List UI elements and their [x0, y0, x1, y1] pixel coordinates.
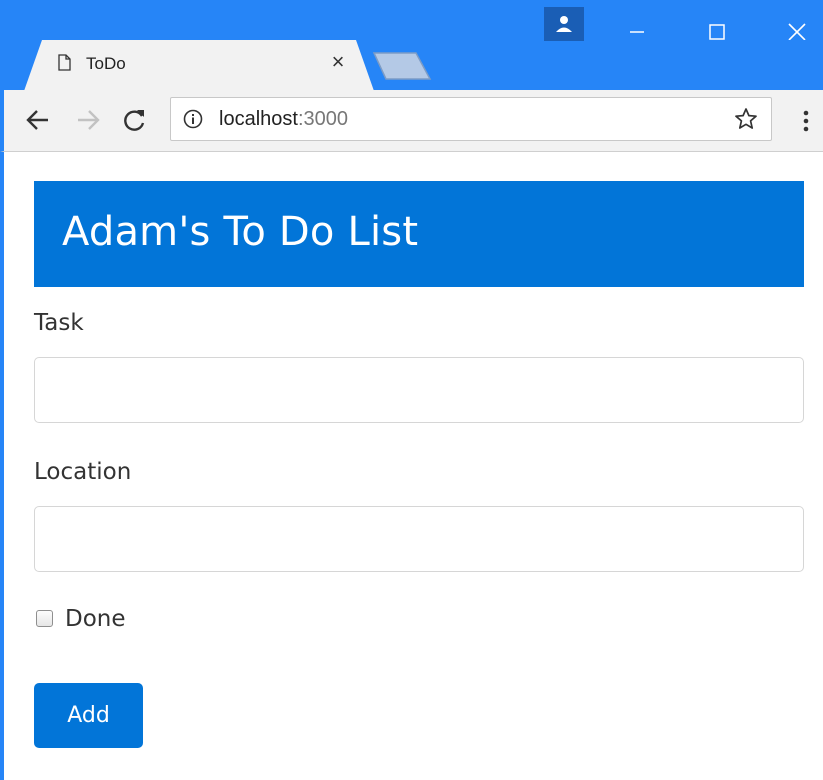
- tab-close-button[interactable]: ×: [326, 50, 350, 74]
- url-port: :3000: [297, 108, 348, 130]
- location-input[interactable]: [34, 506, 804, 572]
- page-header: Adam's To Do List: [34, 181, 804, 287]
- info-icon[interactable]: [183, 109, 203, 129]
- url-host: localhost: [219, 108, 298, 130]
- maximize-icon[interactable]: [694, 10, 740, 40]
- tab-strip: ToDo ×: [0, 0, 823, 91]
- done-label[interactable]: Done: [65, 606, 126, 632]
- star-icon[interactable]: [734, 107, 758, 131]
- vertical-dots-icon[interactable]: [796, 108, 816, 136]
- browser-toolbar: localhost:3000: [0, 90, 823, 152]
- tab-todo[interactable]: ToDo ×: [24, 40, 374, 91]
- close-icon[interactable]: [774, 10, 820, 40]
- url-text: localhost:3000: [219, 108, 348, 131]
- task-input[interactable]: [34, 357, 804, 423]
- task-label: Task: [34, 310, 84, 336]
- reload-icon[interactable]: [120, 106, 148, 134]
- done-checkbox[interactable]: [36, 610, 53, 627]
- page-title: Adam's To Do List: [62, 209, 419, 255]
- location-label: Location: [34, 459, 132, 485]
- new-tab-icon[interactable]: [372, 51, 432, 81]
- arrow-right-icon[interactable]: [74, 106, 102, 134]
- add-button[interactable]: Add: [34, 683, 143, 748]
- profile-button[interactable]: [544, 7, 584, 41]
- person-icon: [556, 16, 572, 32]
- browser-window: ToDo × localhost:3000 Adam's To Do List …: [0, 0, 823, 780]
- document-icon: [58, 54, 71, 71]
- page-viewport: Adam's To Do List Task Location Done Add: [0, 152, 823, 780]
- arrow-left-icon[interactable]: [24, 106, 52, 134]
- tab-title: ToDo: [86, 54, 126, 73]
- address-bar[interactable]: localhost:3000: [170, 97, 772, 141]
- minimize-icon[interactable]: [614, 10, 660, 40]
